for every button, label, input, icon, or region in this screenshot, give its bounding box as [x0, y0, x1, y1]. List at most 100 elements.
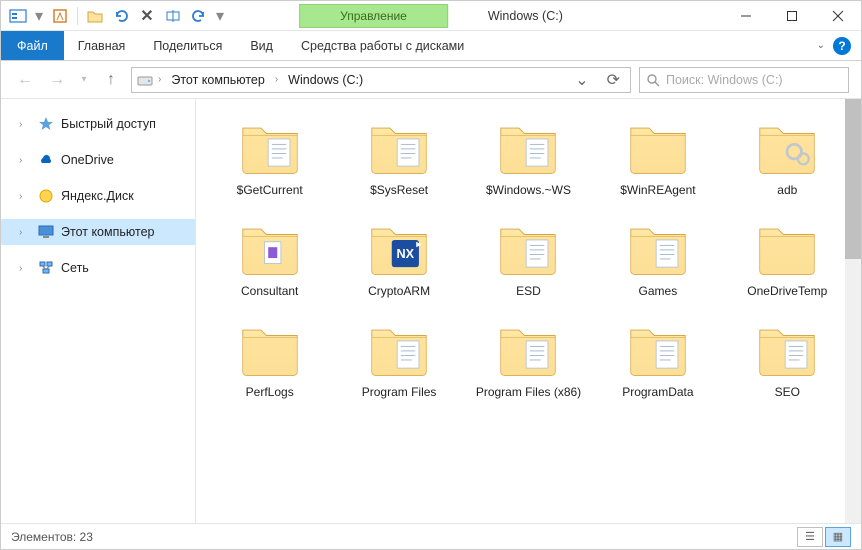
recent-dropdown-icon[interactable]: ▾ — [77, 68, 91, 92]
folder-item[interactable]: $GetCurrent — [210, 119, 329, 198]
home-tab[interactable]: Главная — [64, 31, 140, 60]
address-row: ← → ▾ ↑ › Этот компьютер › Windows (C:) … — [1, 61, 861, 99]
folder-icon — [751, 119, 823, 177]
up-button[interactable]: ↑ — [99, 68, 123, 92]
new-folder-icon[interactable] — [84, 5, 106, 27]
item-label: adb — [777, 183, 797, 198]
forward-button[interactable]: → — [45, 68, 69, 92]
undo-icon[interactable] — [110, 5, 132, 27]
explorer-icon[interactable] — [7, 5, 29, 27]
scrollbar-thumb[interactable] — [845, 99, 861, 259]
nav-yandex-disk[interactable]: › Яндекс.Диск — [1, 183, 195, 209]
properties-icon[interactable] — [49, 5, 71, 27]
view-tab[interactable]: Вид — [236, 31, 287, 60]
nav-quick-access[interactable]: › Быстрый доступ — [1, 111, 195, 137]
nav-label: Быстрый доступ — [61, 117, 156, 131]
nav-label: Сеть — [61, 261, 89, 275]
folder-icon — [622, 119, 694, 177]
search-input[interactable] — [666, 73, 842, 87]
breadcrumb-drive[interactable]: Windows (C:) — [282, 68, 369, 92]
folder-icon — [622, 220, 694, 278]
folder-item[interactable]: Program Files (x86) — [469, 321, 588, 400]
icons-view-button[interactable]: ▦ — [825, 527, 851, 547]
folder-item[interactable]: adb — [728, 119, 847, 198]
share-tab[interactable]: Поделиться — [139, 31, 236, 60]
chevron-right-icon[interactable]: › — [19, 227, 31, 238]
refresh-icon[interactable]: ⟳ — [601, 70, 626, 90]
titlebar: ▾ ✕ ▾ Управление Windows (C:) — [1, 1, 861, 31]
folder-icon: NX — [363, 220, 435, 278]
status-count: 23 — [80, 530, 93, 544]
back-button[interactable]: ← — [13, 68, 37, 92]
folder-item[interactable]: $Windows.~WS — [469, 119, 588, 198]
folder-item[interactable]: Games — [598, 220, 717, 299]
delete-icon[interactable]: ✕ — [136, 5, 158, 27]
address-bar[interactable]: › Этот компьютер › Windows (C:) ⌄ ⟳ — [131, 67, 631, 93]
chevron-right-icon[interactable]: › — [19, 191, 31, 202]
nav-this-pc[interactable]: › Этот компьютер — [1, 219, 195, 245]
close-button[interactable] — [815, 1, 861, 31]
ribbon-expand-icon[interactable]: ⌄ — [817, 40, 825, 51]
redo-icon[interactable] — [188, 5, 210, 27]
status-bar: Элементов: 23 ☰ ▦ — [1, 523, 861, 549]
star-icon — [37, 115, 55, 133]
quick-access-toolbar: ▾ ✕ ▾ — [1, 5, 232, 27]
chevron-right-icon[interactable]: › — [19, 155, 31, 166]
details-view-button[interactable]: ☰ — [797, 527, 823, 547]
item-label: SEO — [775, 385, 800, 400]
folder-item[interactable]: SEO — [728, 321, 847, 400]
manage-context-tab[interactable]: Управление — [299, 4, 448, 28]
folder-icon — [492, 220, 564, 278]
breadcrumb-thispc[interactable]: Этот компьютер — [165, 68, 270, 92]
folder-item[interactable]: ProgramData — [598, 321, 717, 400]
item-label: $SysReset — [370, 183, 428, 198]
nav-label: Этот компьютер — [61, 225, 154, 239]
folder-item[interactable]: $WinREAgent — [598, 119, 717, 198]
chevron-right-icon[interactable]: › — [19, 263, 31, 274]
search-icon — [646, 73, 660, 87]
folder-item[interactable]: Program Files — [339, 321, 458, 400]
item-label: Consultant — [241, 284, 298, 299]
folder-item[interactable]: ESD — [469, 220, 588, 299]
qat-more-icon[interactable]: ▾ — [214, 5, 226, 27]
item-label: Games — [639, 284, 678, 299]
item-label: $Windows.~WS — [486, 183, 571, 198]
folder-item[interactable]: NX CryptoARM — [339, 220, 458, 299]
folder-icon — [363, 119, 435, 177]
drive-tools-tab[interactable]: Средства работы с дисками — [287, 31, 478, 60]
nav-label: OneDrive — [61, 153, 114, 167]
item-label: Program Files — [362, 385, 437, 400]
chevron-right-icon[interactable]: › — [156, 74, 163, 85]
maximize-button[interactable] — [769, 1, 815, 31]
qat-dropdown-icon[interactable]: ▾ — [33, 5, 45, 27]
content-area: $GetCurrent $SysReset $Windows.~WS $WinR… — [196, 99, 861, 523]
file-tab[interactable]: Файл — [1, 31, 64, 60]
minimize-button[interactable] — [723, 1, 769, 31]
window-title: Windows (C:) — [488, 9, 563, 23]
item-label: $WinREAgent — [620, 183, 695, 198]
item-label: CryptoARM — [368, 284, 430, 299]
navigation-pane: › Быстрый доступ › OneDrive › Яндекс.Дис… — [1, 99, 196, 523]
folder-item[interactable]: OneDriveTemp — [728, 220, 847, 299]
item-label: ProgramData — [622, 385, 693, 400]
folder-icon — [492, 119, 564, 177]
nav-label: Яндекс.Диск — [61, 189, 134, 203]
folder-item[interactable]: PerfLogs — [210, 321, 329, 400]
cloud-icon — [37, 151, 55, 169]
help-icon[interactable]: ? — [833, 37, 851, 55]
nav-onedrive[interactable]: › OneDrive — [1, 147, 195, 173]
folder-icon — [234, 321, 306, 379]
address-dropdown-icon[interactable]: ⌄ — [569, 70, 594, 90]
rename-icon[interactable] — [162, 5, 184, 27]
chevron-right-icon[interactable]: › — [19, 119, 31, 130]
item-label: OneDriveTemp — [747, 284, 827, 299]
monitor-icon — [37, 223, 55, 241]
network-icon — [37, 259, 55, 277]
search-box[interactable] — [639, 67, 849, 93]
nav-network[interactable]: › Сеть — [1, 255, 195, 281]
folder-item[interactable]: $SysReset — [339, 119, 458, 198]
item-label: ESD — [516, 284, 541, 299]
folder-item[interactable]: Consultant — [210, 220, 329, 299]
item-label: $GetCurrent — [237, 183, 303, 198]
chevron-right-icon[interactable]: › — [273, 74, 280, 85]
